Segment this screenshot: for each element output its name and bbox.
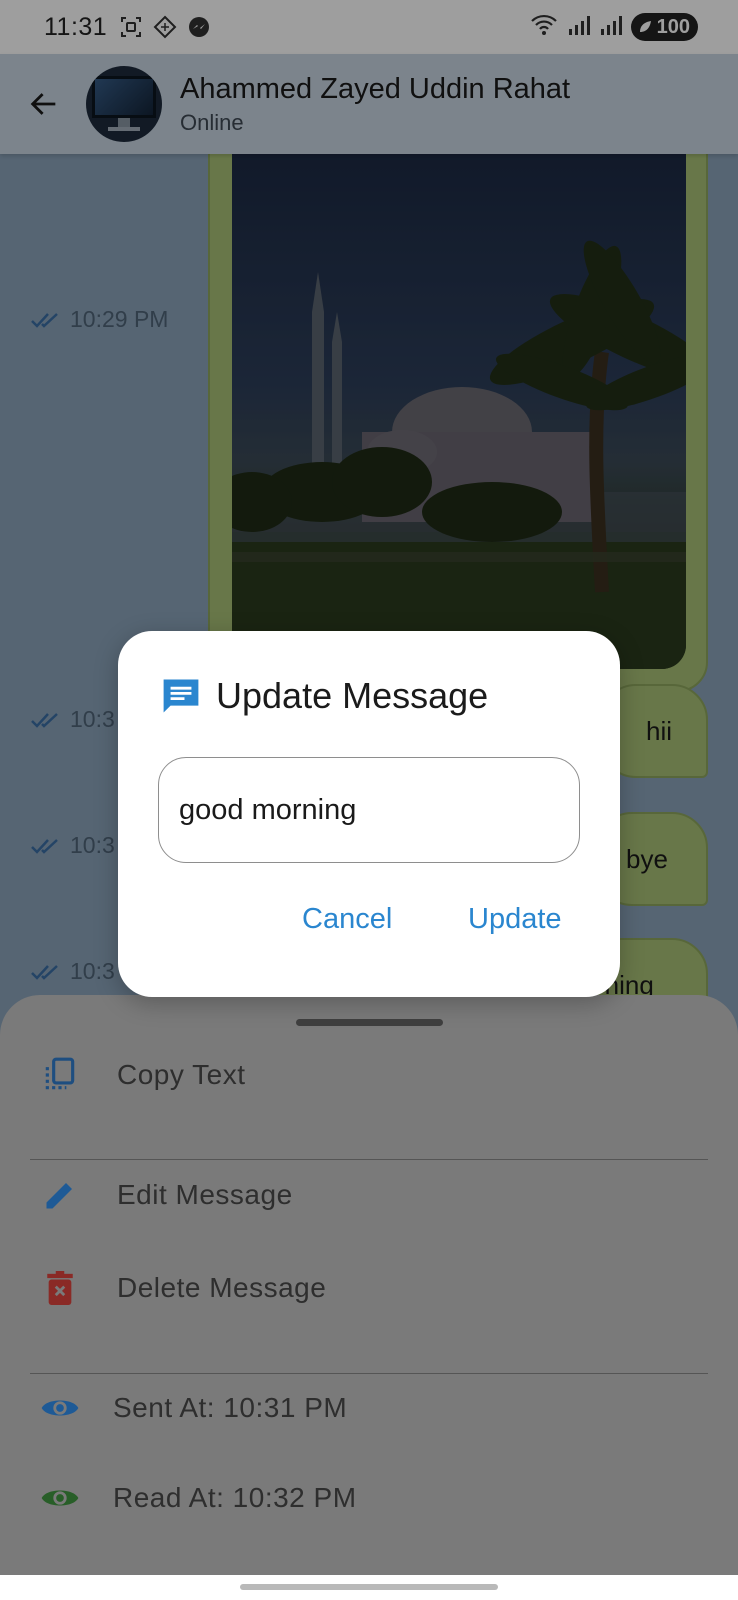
update-button[interactable]: Update	[468, 903, 562, 936]
home-gesture-handle[interactable]	[240, 1584, 498, 1590]
eye-icon	[38, 1386, 82, 1430]
edit-message-option[interactable]: Edit Message	[0, 1155, 738, 1235]
trash-icon	[38, 1266, 82, 1310]
sheet-drag-handle[interactable]	[296, 1019, 443, 1026]
eye-icon	[38, 1476, 82, 1520]
message-options-sheet: Copy Text Edit Message Delete Message Se…	[0, 995, 738, 1575]
update-message-dialog: Update Message Cancel Update	[118, 631, 620, 997]
copy-text-option[interactable]: Copy Text	[0, 1035, 738, 1115]
message-icon	[163, 679, 199, 713]
sent-at-info: Sent At: 10:31 PM	[0, 1368, 738, 1448]
dialog-title: Update Message	[216, 675, 489, 716]
cancel-button[interactable]: Cancel	[302, 903, 392, 936]
read-at-info: Read At: 10:32 PM	[0, 1458, 738, 1538]
dialog-header: Update Message	[160, 675, 488, 717]
copy-icon	[38, 1053, 82, 1097]
pencil-icon	[38, 1173, 82, 1217]
delete-message-option[interactable]: Delete Message	[0, 1248, 738, 1328]
message-edit-input[interactable]	[158, 757, 580, 863]
